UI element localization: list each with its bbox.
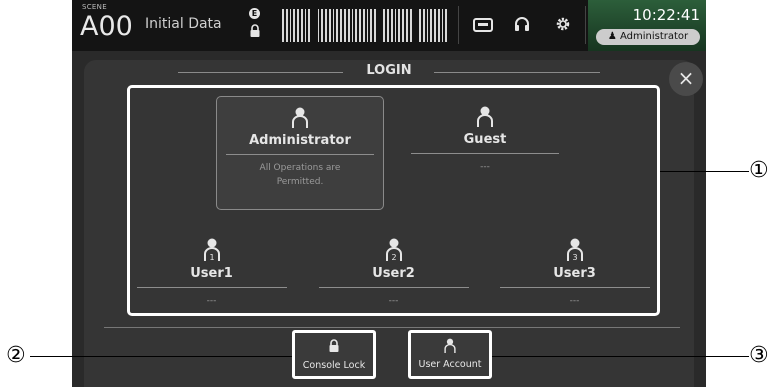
user-button-administrator[interactable]: Administrator All Operations are Permitte…	[216, 96, 384, 210]
gear-icon[interactable]	[554, 15, 572, 37]
divider	[226, 154, 374, 155]
user-name: User3	[553, 266, 596, 281]
user-name: User1	[190, 266, 233, 281]
e-badge: E	[249, 8, 260, 19]
callout-1: ①	[749, 158, 769, 183]
callout-3: ③	[749, 343, 769, 368]
lock-icon	[249, 23, 261, 42]
lock-icon	[329, 339, 339, 352]
separator	[585, 6, 586, 44]
user-name: User2	[372, 266, 415, 281]
divider	[411, 153, 559, 154]
scene-name[interactable]: Initial Data	[145, 16, 222, 32]
user-description: ---	[569, 296, 580, 306]
recorder-icon[interactable]	[473, 17, 493, 37]
user-icon	[444, 338, 456, 353]
svg-text:3: 3	[572, 253, 577, 262]
current-user-badge[interactable]: ♟ Administrator	[596, 29, 700, 45]
user-button-user2[interactable]: 2 User2 ---	[315, 238, 472, 312]
user-button-user3[interactable]: 3 User3 ---	[496, 238, 653, 312]
user-name: Administrator	[249, 133, 351, 148]
svg-text:1: 1	[209, 253, 214, 262]
current-user-label: Administrator	[619, 31, 689, 42]
clock: 10:22:41	[632, 6, 700, 24]
user-description: ---	[480, 162, 490, 172]
callout-line-2	[30, 356, 292, 357]
user1-icon: 1	[203, 238, 220, 262]
headphones-icon[interactable]	[513, 15, 531, 37]
user-button-user1[interactable]: 1 User1 ---	[133, 238, 290, 312]
user-icon: ♟	[607, 31, 617, 42]
callout-2: ②	[6, 343, 26, 368]
console-lock-button[interactable]: Console Lock	[292, 330, 376, 379]
scene-number[interactable]: A00	[80, 10, 133, 44]
user3-icon: 3	[566, 238, 583, 262]
callout-line-3	[492, 356, 749, 357]
user2-icon: 2	[385, 238, 402, 262]
user-icon	[292, 107, 308, 128]
user-description: ---	[206, 296, 217, 306]
level-meters	[282, 9, 448, 42]
dialog-title: LOGIN	[366, 63, 412, 78]
close-button[interactable]: ×	[669, 62, 703, 96]
user-button-guest[interactable]: Guest ---	[405, 96, 565, 196]
separator	[458, 6, 459, 44]
divider	[136, 287, 287, 288]
user-icon	[477, 106, 493, 127]
callout-line-1	[660, 171, 749, 172]
user-description: All Operations are Permitted.	[259, 163, 341, 187]
console-lock-label: Console Lock	[302, 360, 366, 371]
divider	[318, 287, 469, 288]
user-account-label: User Account	[418, 359, 482, 370]
svg-text:2: 2	[391, 253, 396, 262]
divider	[499, 287, 650, 288]
user-name: Guest	[463, 132, 507, 147]
footer-divider	[104, 327, 680, 328]
user-account-button[interactable]: User Account	[408, 330, 492, 379]
user-description: ---	[388, 296, 399, 306]
